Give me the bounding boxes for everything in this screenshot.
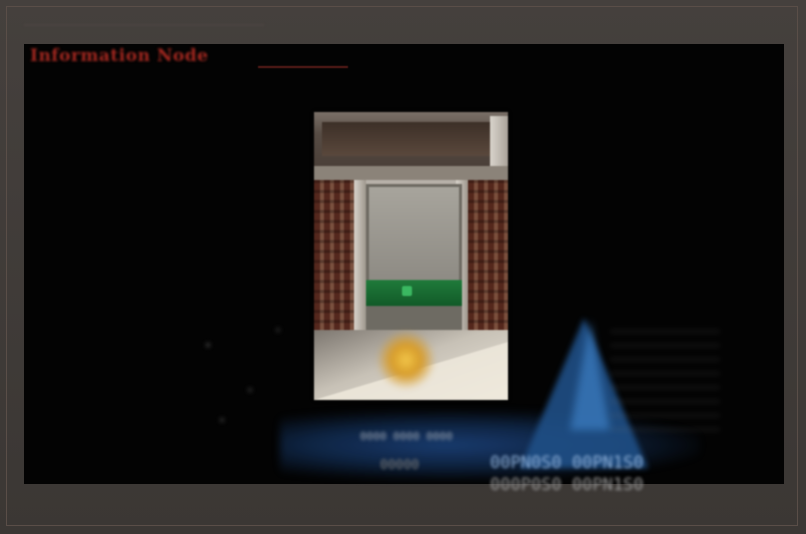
- window-frame: Information Node 0000 0000 0000 00000 00…: [0, 0, 806, 534]
- header-rule: [24, 24, 264, 26]
- photo-ceiling-panel: [322, 122, 490, 156]
- page-title: Information Node: [30, 46, 209, 66]
- photo-wall-left: [314, 180, 354, 330]
- photo-green-indicator: [402, 286, 412, 296]
- photo-light-glow: [376, 330, 436, 390]
- photo-green-panel: [366, 280, 462, 306]
- photo-doorway: [366, 184, 462, 286]
- light-streaks: [610, 330, 720, 440]
- coordinate-readout-row-2: 000P0S0 00PN1S0: [490, 475, 644, 495]
- photo-wall-right: [468, 180, 508, 330]
- pyramid-highlight: [570, 320, 610, 430]
- coordinate-readout-row-1: 00PN0S0 00PN1S0: [490, 453, 644, 473]
- photo-ceiling-light: [490, 116, 508, 166]
- readout-small-1: 0000 0000 0000: [360, 430, 453, 443]
- photo-door-base: [366, 306, 462, 330]
- photo-lintel: [314, 166, 508, 180]
- photo-pillar-left: [354, 180, 366, 330]
- node-photo[interactable]: [314, 112, 508, 400]
- title-underline: [258, 66, 348, 68]
- coordinate-readout: 00PN0S0 00PN1S0 000P0S0 00PN1S0: [490, 452, 644, 496]
- readout-small-2: 00000: [380, 458, 420, 473]
